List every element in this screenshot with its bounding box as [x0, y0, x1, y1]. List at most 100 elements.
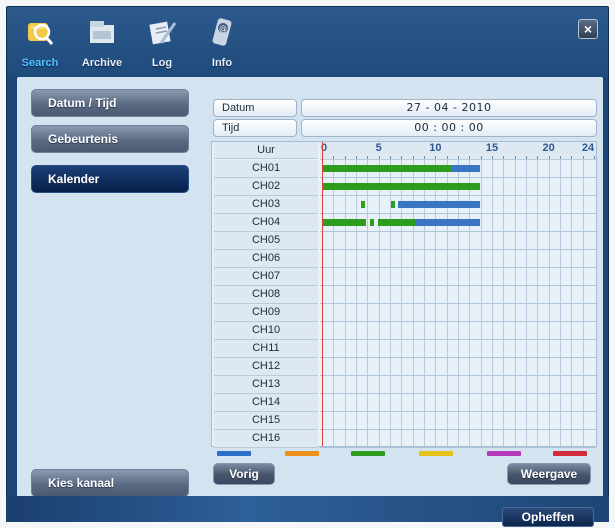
recording-segment[interactable]	[452, 165, 480, 172]
hour-tick-mark	[333, 156, 335, 159]
nav-log-label: Log	[151, 57, 173, 69]
sidebar-item-event[interactable]: Gebeurtenis	[31, 125, 189, 153]
hour-tick-mark	[356, 156, 357, 159]
hour-tick-label: 20	[542, 142, 555, 154]
channel-timeline-row[interactable]	[320, 250, 596, 268]
channel-label: CH05	[214, 232, 318, 250]
recording-segment[interactable]	[377, 219, 417, 226]
recording-segment[interactable]	[360, 201, 366, 208]
channel-label: CH03	[214, 196, 318, 214]
hour-tick-label: 5	[375, 142, 382, 154]
dialog-frame: Search Archive Log @ Info × Datum / Tijd…	[6, 6, 609, 522]
hour-tick-mark	[594, 156, 595, 159]
nav-search-label: Search	[21, 57, 59, 69]
main-panel: Datum / Tijd Gebeurtenis Kalender Kies k…	[17, 77, 603, 497]
timeline-area[interactable]: 0 5 10 15 20 24	[320, 142, 596, 448]
channel-label: CH12	[214, 358, 318, 376]
search-icon	[28, 23, 54, 45]
search-window: Search Archive Log @ Info × Datum / Tijd…	[0, 0, 615, 528]
channel-label: CH10	[214, 322, 318, 340]
nav-archive[interactable]: Archive	[73, 13, 131, 73]
channel-timeline-row[interactable]	[320, 430, 596, 448]
date-label: Datum	[213, 99, 297, 117]
channel-timeline-row[interactable]	[320, 322, 596, 340]
nav-archive-label: Archive	[81, 57, 123, 69]
channel-timeline-row[interactable]	[320, 268, 596, 286]
hour-tick-label: 24	[581, 142, 595, 154]
sidebar: Datum / Tijd Gebeurtenis Kalender Kies k…	[17, 77, 203, 497]
hour-tick-mark	[469, 156, 471, 159]
nav-search[interactable]: Search	[11, 13, 69, 73]
hour-tick-mark	[401, 156, 403, 159]
recording-segment[interactable]	[322, 165, 453, 172]
hour-tick-mark	[344, 156, 346, 159]
recording-segment[interactable]	[369, 219, 375, 226]
channel-label: CH07	[214, 268, 318, 286]
date-field[interactable]: 27 - 04 - 2010	[301, 99, 597, 117]
hour-tick-mark	[582, 156, 584, 159]
hour-tick-mark	[412, 156, 414, 159]
cancel-button[interactable]: Opheffen	[502, 507, 594, 527]
recording-segment[interactable]	[322, 183, 480, 190]
hour-tick-mark	[424, 156, 425, 159]
channel-timeline-row[interactable]	[320, 286, 596, 304]
time-label: Tijd	[213, 119, 297, 137]
hour-tick-mark	[503, 156, 505, 159]
time-field[interactable]: 00 : 00 : 00	[301, 119, 597, 137]
channel-label: CH04	[214, 214, 318, 232]
nav-info[interactable]: @ Info	[193, 13, 251, 73]
sidebar-item-date-time[interactable]: Datum / Tijd	[31, 89, 189, 117]
recording-segment[interactable]	[416, 219, 480, 226]
hour-tick-mark	[446, 156, 448, 159]
playback-button[interactable]: Weergave	[507, 463, 591, 485]
log-icon	[149, 21, 177, 45]
channel-label: CH16	[214, 430, 318, 448]
hour-tick-mark	[435, 156, 437, 159]
channel-timeline-row[interactable]	[320, 394, 596, 412]
hour-tick-mark	[560, 156, 561, 159]
legend-swatch	[285, 451, 319, 456]
hour-tick-mark	[526, 156, 527, 159]
sidebar-item-calendar[interactable]: Kalender	[31, 165, 189, 193]
channel-label: CH15	[214, 412, 318, 430]
hour-tick-mark	[537, 156, 539, 159]
archive-icon	[90, 21, 114, 43]
channel-label: CH08	[214, 286, 318, 304]
channel-timeline-row[interactable]	[320, 340, 596, 358]
channel-timeline-row[interactable]	[320, 358, 596, 376]
nav-log[interactable]: Log	[133, 13, 191, 73]
top-navigation: Search Archive Log @ Info ×	[7, 7, 608, 75]
channel-timeline-row[interactable]	[320, 196, 596, 214]
channel-timeline-row[interactable]	[320, 178, 596, 196]
channel-timeline-row[interactable]	[320, 376, 596, 394]
svg-text:@: @	[219, 24, 227, 33]
select-channel-button[interactable]: Kies kanaal	[31, 469, 189, 497]
channel-label: CH13	[214, 376, 318, 394]
hour-tick-label: 15	[485, 142, 499, 154]
recording-segment[interactable]	[397, 201, 480, 208]
channel-label: CH02	[214, 178, 318, 196]
current-time-marker	[322, 142, 323, 446]
legend-swatch	[487, 451, 521, 456]
recording-segment[interactable]	[322, 219, 367, 226]
hour-tick-mark	[378, 156, 380, 159]
hour-tick-mark	[480, 156, 482, 159]
hour-header-label: Uur	[214, 142, 318, 159]
channel-label: CH06	[214, 250, 318, 268]
close-button[interactable]: ×	[578, 19, 598, 39]
previous-button[interactable]: Vorig	[213, 463, 275, 485]
hour-tick-mark	[390, 156, 391, 159]
event-color-legend	[211, 451, 597, 459]
channel-timeline-row[interactable]	[320, 160, 596, 178]
channel-label: CH09	[214, 304, 318, 322]
legend-swatch	[553, 451, 587, 456]
hour-tick-mark	[367, 156, 369, 159]
recording-segment[interactable]	[391, 201, 395, 208]
channel-timeline-row[interactable]	[320, 214, 596, 232]
legend-swatch	[217, 451, 251, 456]
legend-swatch	[419, 451, 453, 456]
channel-timeline-row[interactable]	[320, 304, 596, 322]
channel-timeline-row[interactable]	[320, 232, 596, 250]
hour-tick-mark	[492, 156, 493, 159]
channel-timeline-row[interactable]	[320, 412, 596, 430]
